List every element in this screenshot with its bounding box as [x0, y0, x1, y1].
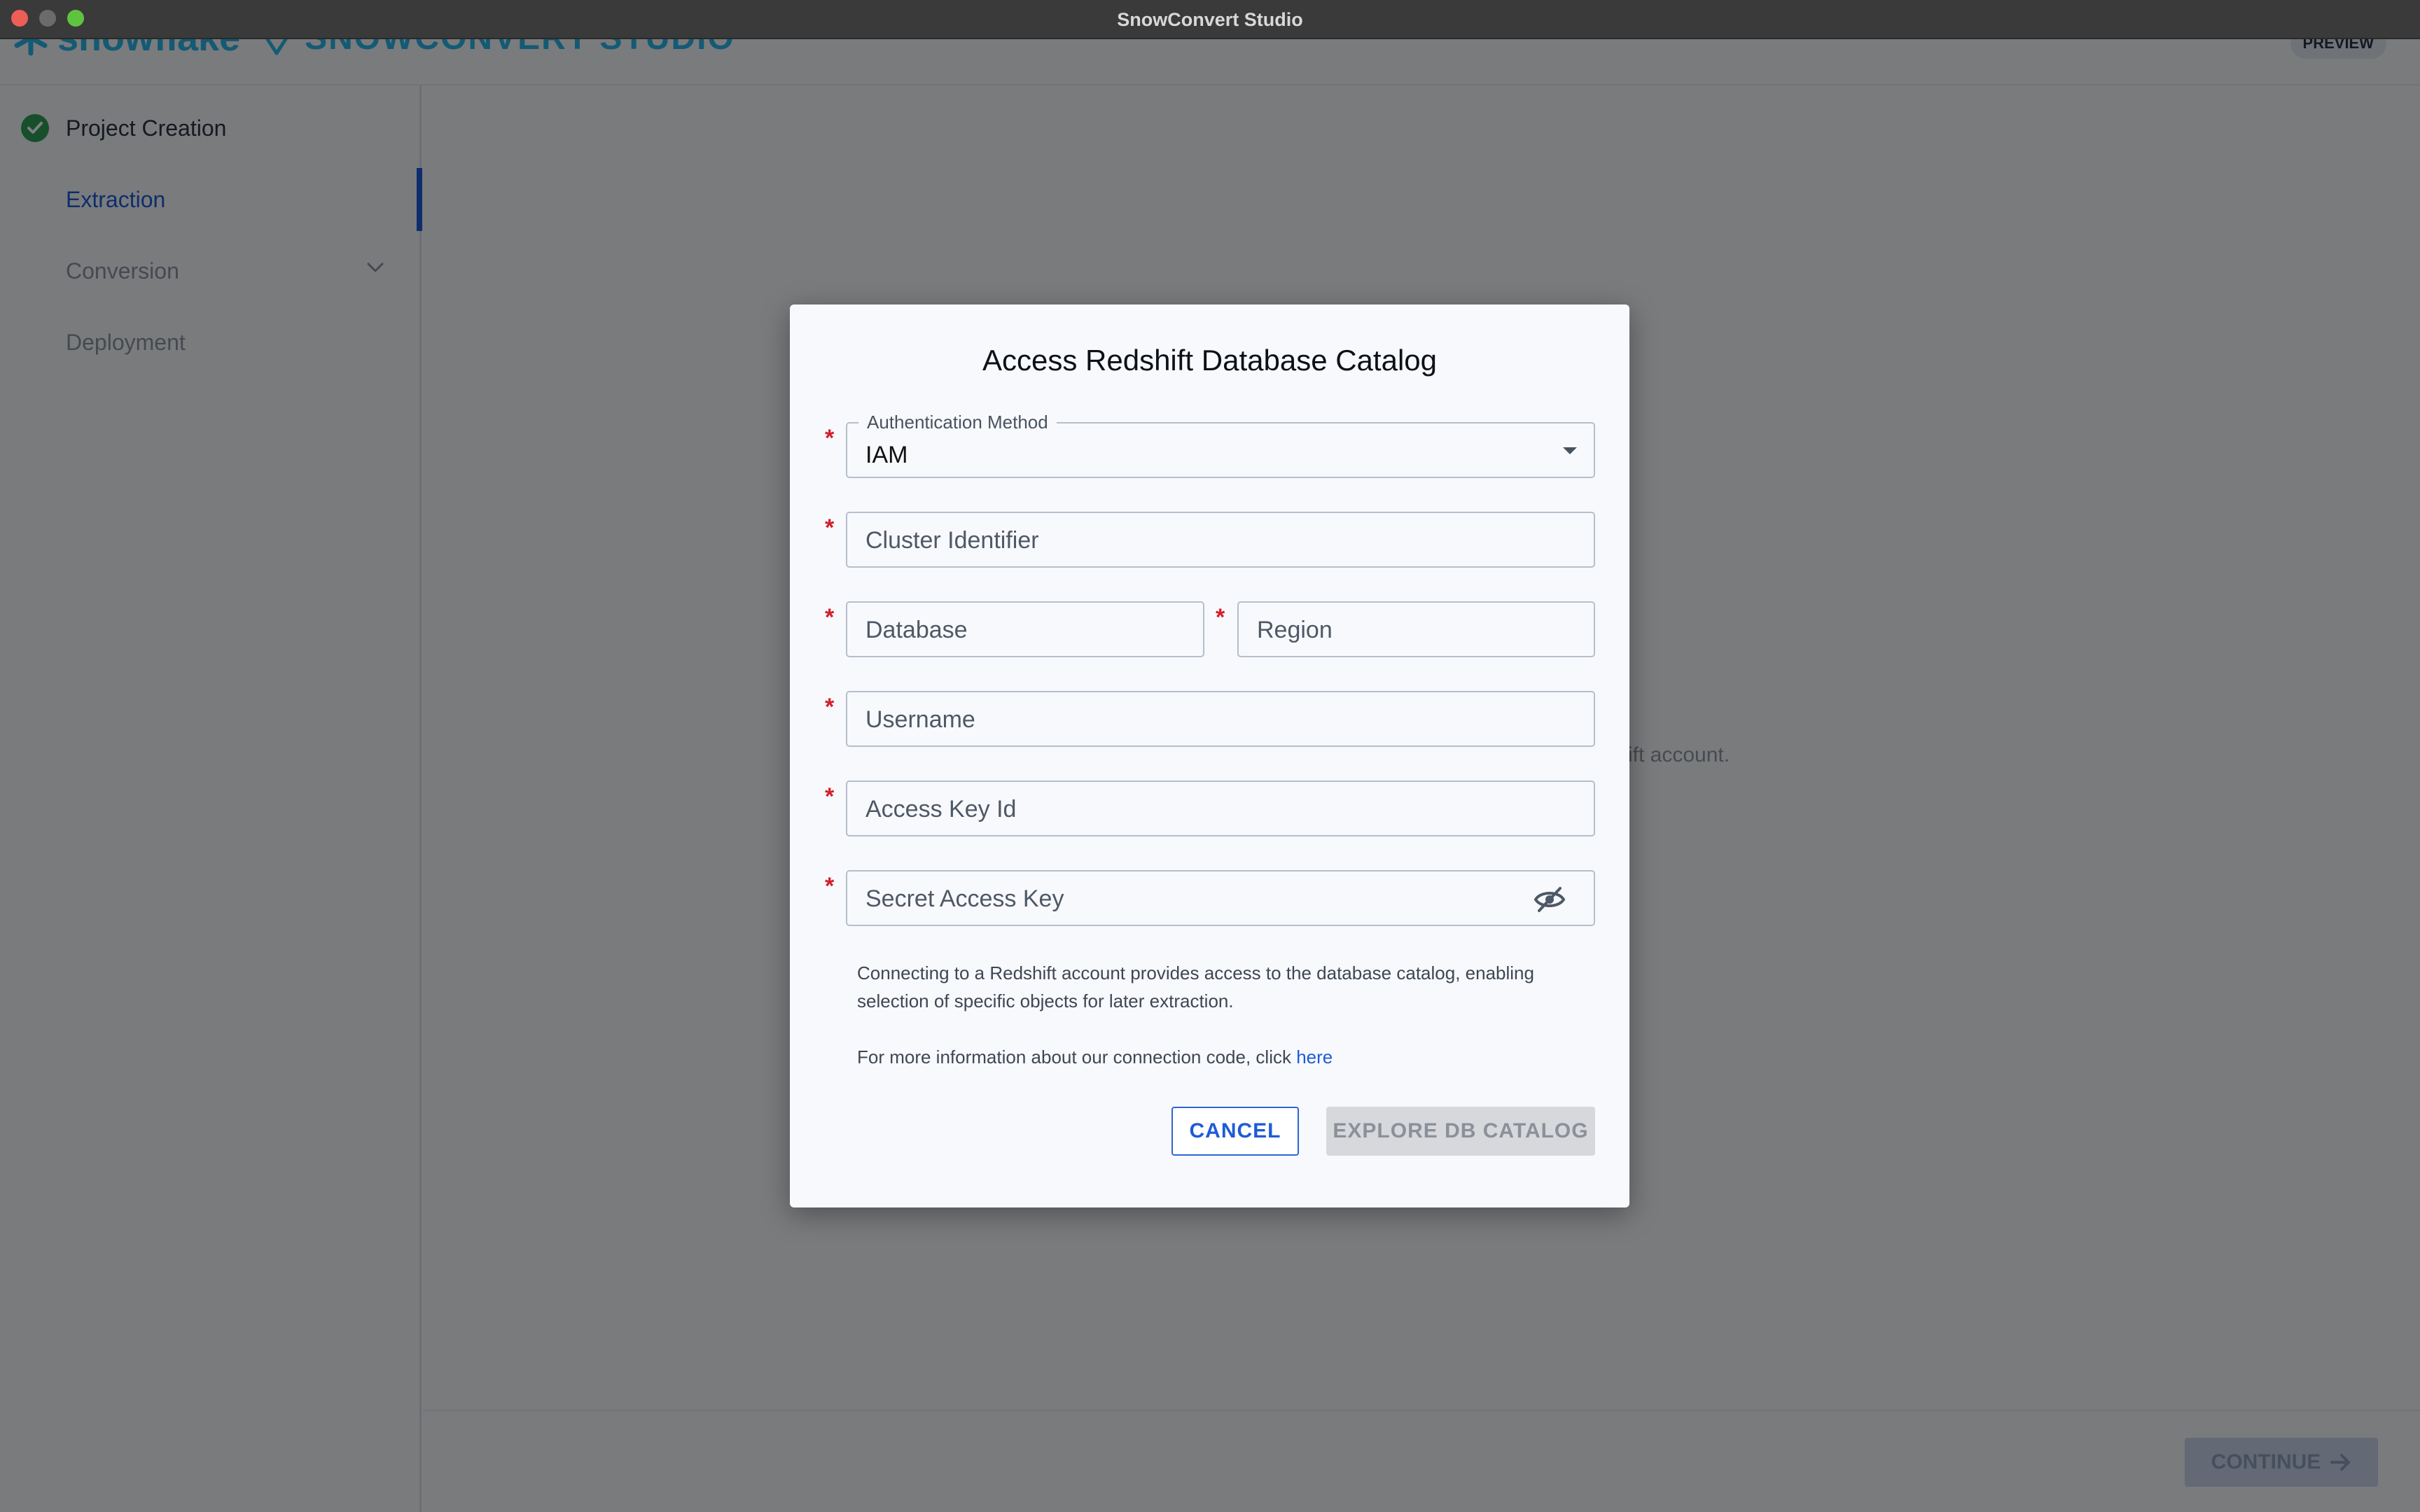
window-title: SnowConvert Studio [1117, 9, 1303, 30]
username-placeholder: Username [865, 706, 975, 733]
connection-description: Connecting to a Redshift account provide… [857, 962, 1534, 1011]
required-marker: * [825, 425, 835, 451]
secret-access-key-placeholder: Secret Access Key [865, 886, 1064, 912]
access-key-id-field[interactable]: Access Key Id [846, 780, 1595, 836]
required-marker: * [825, 873, 835, 899]
explore-db-catalog-button[interactable]: EXPLORE DB CATALOG [1326, 1107, 1595, 1156]
dialog-title: Access Redshift Database Catalog [982, 344, 1437, 377]
required-marker: * [825, 604, 835, 631]
region-field[interactable]: Region [1237, 601, 1595, 657]
eye-off-icon[interactable] [1534, 886, 1566, 913]
more-info-prefix: For more information about our connectio… [857, 1046, 1297, 1068]
required-marker: * [825, 514, 835, 541]
username-field[interactable]: Username [846, 691, 1595, 747]
more-info-link[interactable]: here [1296, 1046, 1333, 1068]
access-key-id-placeholder: Access Key Id [865, 796, 1017, 822]
authentication-method-label: Authentication Method [858, 411, 1057, 433]
caret-down-icon [1563, 447, 1577, 454]
required-marker: * [825, 783, 835, 810]
region-placeholder: Region [1257, 617, 1333, 643]
redshift-catalog-dialog: Access Redshift Database Catalog * Authe… [790, 304, 1629, 1208]
cluster-identifier-placeholder: Cluster Identifier [865, 527, 1039, 554]
required-marker: * [1216, 604, 1225, 631]
database-placeholder: Database [865, 617, 968, 643]
authentication-method-select[interactable]: Authentication Method IAM [846, 411, 1595, 478]
authentication-method-value: IAM [865, 442, 908, 468]
cluster-identifier-field[interactable]: Cluster Identifier [846, 512, 1595, 568]
required-marker: * [825, 694, 835, 720]
database-field[interactable]: Database [846, 601, 1204, 657]
window-titlebar: SnowConvert Studio [0, 0, 2420, 39]
cancel-button[interactable]: CANCEL [1171, 1107, 1299, 1156]
secret-access-key-field[interactable]: Secret Access Key [846, 870, 1595, 926]
more-info-text: For more information about our connectio… [857, 1043, 1585, 1071]
